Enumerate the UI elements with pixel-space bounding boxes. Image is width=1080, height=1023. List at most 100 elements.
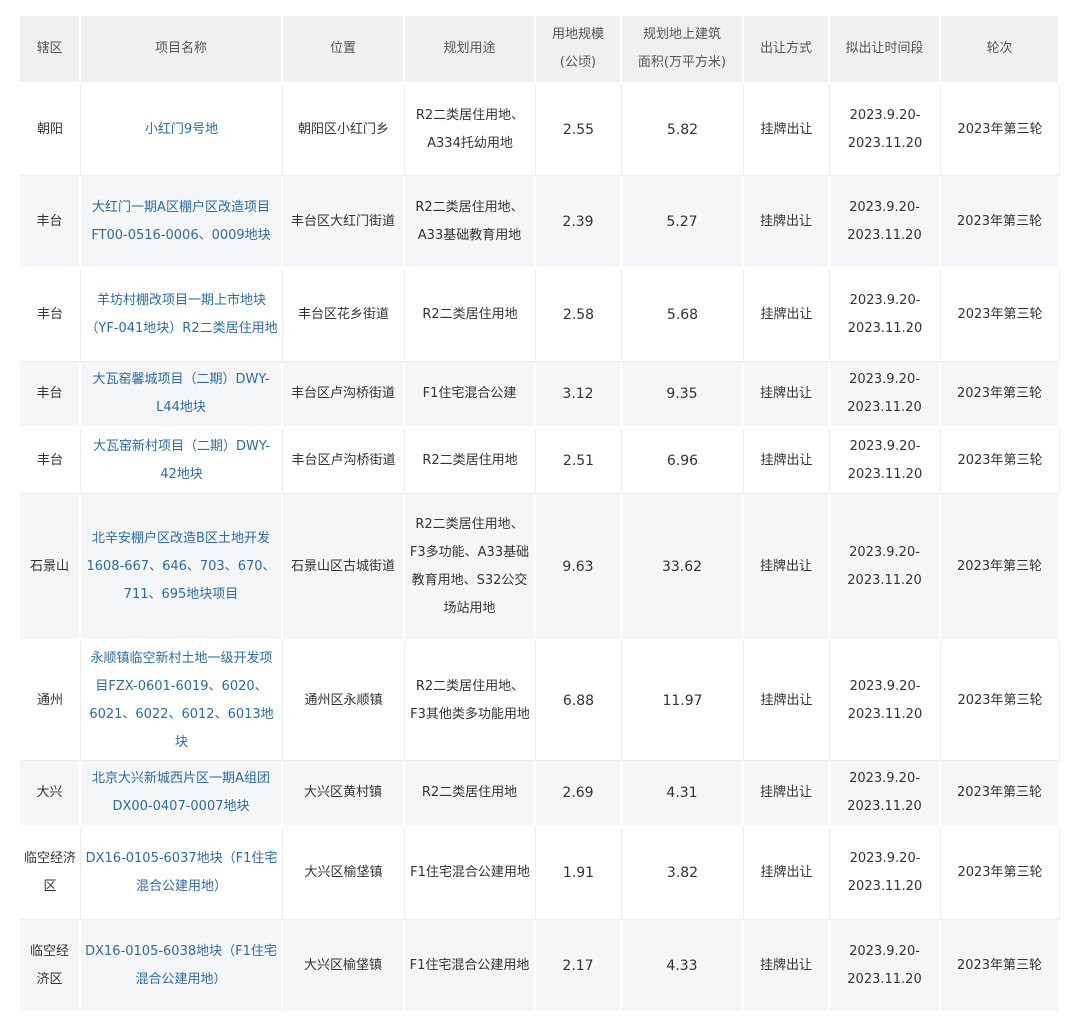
table-row: 丰台 大瓦窑新村项目（二期）DWY-42地块 丰台区卢沟桥街道 R2二类居住用地…	[20, 428, 1060, 494]
cell-period: 2023.9.20-2023.11.20	[830, 641, 941, 761]
header-floor-area: 规划地上建筑 面积(万平方米)	[622, 16, 744, 84]
cell-project-name-link[interactable]: 大瓦窑馨城项目（二期）DWY-L44地块	[81, 362, 283, 428]
cell-period: 2023.9.20-2023.11.20	[830, 920, 941, 1013]
cell-location: 通州区永顺镇	[283, 641, 405, 761]
cell-period: 2023.9.20-2023.11.20	[830, 269, 941, 362]
table-header-row: 辖区 项目名称 位置 规划用途 用地规模 (公顷) 规划地上建筑 面积(万平方米…	[20, 16, 1060, 84]
cell-district: 通州	[20, 641, 81, 761]
cell-floor-area: 4.31	[622, 761, 744, 827]
cell-location: 丰台区花乡街道	[283, 269, 405, 362]
cell-land-area: 3.12	[536, 362, 622, 428]
cell-transfer-method: 挂牌出让	[744, 428, 830, 494]
cell-round: 2023年第三轮	[941, 827, 1060, 920]
cell-district: 临空经济区	[20, 827, 81, 920]
cell-land-area: 2.58	[536, 269, 622, 362]
cell-project-name-link[interactable]: 大红门一期A区棚户区改造项目FT00-0516-0006、0009地块	[81, 176, 283, 269]
cell-district: 朝阳	[20, 84, 81, 176]
cell-location: 大兴区榆垡镇	[283, 920, 405, 1013]
cell-round: 2023年第三轮	[941, 84, 1060, 176]
cell-district: 石景山	[20, 494, 81, 641]
table-row: 丰台 羊坊村棚改项目一期上市地块（YF-041地块）R2二类居住用地 丰台区花乡…	[20, 269, 1060, 362]
cell-floor-area: 11.97	[622, 641, 744, 761]
cell-district: 丰台	[20, 176, 81, 269]
cell-district: 丰台	[20, 362, 81, 428]
cell-location: 朝阳区小红门乡	[283, 84, 405, 176]
cell-land-area: 6.88	[536, 641, 622, 761]
cell-location: 石景山区古城街道	[283, 494, 405, 641]
header-floor-area-line2: 面积(万平方米)	[637, 55, 727, 70]
cell-project-name-link[interactable]: 北辛安棚户区改造B区土地开发1608-667、646、703、670、711、6…	[81, 494, 283, 641]
table-row: 大兴 北京大兴新城西片区一期A组团DX00-0407-0007地块 大兴区黄村镇…	[20, 761, 1060, 827]
cell-transfer-method: 挂牌出让	[744, 269, 830, 362]
cell-period: 2023.9.20-2023.11.20	[830, 761, 941, 827]
cell-floor-area: 3.82	[622, 827, 744, 920]
cell-project-name-link[interactable]: 羊坊村棚改项目一期上市地块（YF-041地块）R2二类居住用地	[81, 269, 283, 362]
cell-transfer-method: 挂牌出让	[744, 494, 830, 641]
land-table-container: 辖区 项目名称 位置 规划用途 用地规模 (公顷) 规划地上建筑 面积(万平方米…	[20, 16, 1060, 1013]
table-row: 临空经济区 DX16-0105-6037地块（F1住宅混合公建用地） 大兴区榆垡…	[20, 827, 1060, 920]
cell-district: 丰台	[20, 269, 81, 362]
cell-project-name-link[interactable]: 小红门9号地	[81, 84, 283, 176]
cell-floor-area: 33.62	[622, 494, 744, 641]
header-planned-use: 规划用途	[405, 16, 536, 84]
cell-location: 丰台区卢沟桥街道	[283, 428, 405, 494]
cell-land-area: 1.91	[536, 827, 622, 920]
cell-period: 2023.9.20-2023.11.20	[830, 84, 941, 176]
cell-floor-area: 9.35	[622, 362, 744, 428]
cell-planned-use: R2二类居住用地	[405, 428, 536, 494]
cell-floor-area: 5.27	[622, 176, 744, 269]
cell-project-name-link[interactable]: 北京大兴新城西片区一期A组团DX00-0407-0007地块	[81, 761, 283, 827]
cell-period: 2023.9.20-2023.11.20	[830, 494, 941, 641]
cell-planned-use: F1住宅混合公建用地	[405, 827, 536, 920]
land-parcel-table: 辖区 项目名称 位置 规划用途 用地规模 (公顷) 规划地上建筑 面积(万平方米…	[20, 16, 1060, 1013]
header-period: 拟出让时间段	[830, 16, 941, 84]
cell-district: 临空经济区	[20, 920, 81, 1013]
cell-land-area: 9.63	[536, 494, 622, 641]
cell-planned-use: R2二类居住用地、F3其他类多功能用地	[405, 641, 536, 761]
cell-transfer-method: 挂牌出让	[744, 176, 830, 269]
header-round: 轮次	[941, 16, 1060, 84]
cell-round: 2023年第三轮	[941, 428, 1060, 494]
cell-location: 丰台区卢沟桥街道	[283, 362, 405, 428]
cell-transfer-method: 挂牌出让	[744, 920, 830, 1013]
cell-transfer-method: 挂牌出让	[744, 641, 830, 761]
header-land-area-line2: (公顷)	[559, 55, 597, 70]
cell-project-name-link[interactable]: 永顺镇临空新村土地一级开发项目FZX-0601-6019、6020、6021、6…	[81, 641, 283, 761]
cell-round: 2023年第三轮	[941, 269, 1060, 362]
cell-project-name-link[interactable]: 大瓦窑新村项目（二期）DWY-42地块	[81, 428, 283, 494]
cell-district: 丰台	[20, 428, 81, 494]
header-floor-area-line1: 规划地上建筑	[642, 27, 721, 42]
header-district: 辖区	[20, 16, 81, 84]
table-row: 通州 永顺镇临空新村土地一级开发项目FZX-0601-6019、6020、602…	[20, 641, 1060, 761]
cell-planned-use: R2二类居住用地	[405, 269, 536, 362]
cell-location: 丰台区大红门街道	[283, 176, 405, 269]
cell-land-area: 2.17	[536, 920, 622, 1013]
cell-land-area: 2.55	[536, 84, 622, 176]
cell-location: 大兴区榆垡镇	[283, 827, 405, 920]
cell-project-name-link[interactable]: DX16-0105-6037地块（F1住宅混合公建用地）	[81, 827, 283, 920]
header-project-name: 项目名称	[81, 16, 283, 84]
cell-round: 2023年第三轮	[941, 641, 1060, 761]
cell-planned-use: F1住宅混合公建用地	[405, 920, 536, 1013]
table-row: 石景山 北辛安棚户区改造B区土地开发1608-667、646、703、670、7…	[20, 494, 1060, 641]
cell-planned-use: R2二类居住用地、A334托幼用地	[405, 84, 536, 176]
cell-planned-use: F1住宅混合公建	[405, 362, 536, 428]
cell-land-area: 2.39	[536, 176, 622, 269]
table-row: 丰台 大瓦窑馨城项目（二期）DWY-L44地块 丰台区卢沟桥街道 F1住宅混合公…	[20, 362, 1060, 428]
cell-round: 2023年第三轮	[941, 920, 1060, 1013]
header-land-area: 用地规模 (公顷)	[536, 16, 622, 84]
cell-transfer-method: 挂牌出让	[744, 827, 830, 920]
cell-district: 大兴	[20, 761, 81, 827]
header-land-area-line1: 用地规模	[551, 27, 604, 42]
cell-period: 2023.9.20-2023.11.20	[830, 176, 941, 269]
cell-project-name-link[interactable]: DX16-0105-6038地块（F1住宅混合公建用地）	[81, 920, 283, 1013]
cell-planned-use: R2二类居住用地、A33基础教育用地	[405, 176, 536, 269]
cell-period: 2023.9.20-2023.11.20	[830, 428, 941, 494]
cell-round: 2023年第三轮	[941, 494, 1060, 641]
cell-round: 2023年第三轮	[941, 362, 1060, 428]
table-row: 丰台 大红门一期A区棚户区改造项目FT00-0516-0006、0009地块 丰…	[20, 176, 1060, 269]
cell-land-area: 2.51	[536, 428, 622, 494]
cell-period: 2023.9.20-2023.11.20	[830, 362, 941, 428]
cell-floor-area: 6.96	[622, 428, 744, 494]
cell-location: 大兴区黄村镇	[283, 761, 405, 827]
